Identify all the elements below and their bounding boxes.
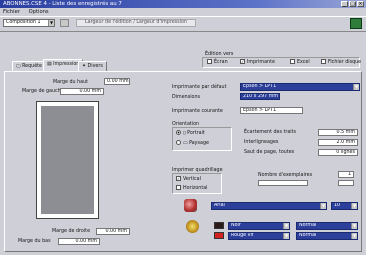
maximize-button[interactable]: □: [349, 1, 356, 7]
font-size-select[interactable]: 10 ▼: [331, 202, 358, 210]
menu-bar: Fichier Options: [0, 8, 366, 16]
grid-horizontal-checkbox[interactable]: Horizontal: [176, 185, 208, 191]
margin-right-label: Marge de droite: [52, 229, 91, 234]
edition-ecran[interactable]: Écran: [207, 59, 228, 65]
chevron-down-icon: ▼: [351, 223, 357, 229]
copies-label: Nombre d'exemplaires: [258, 173, 313, 178]
page-break-input[interactable]: 0 lignes: [318, 149, 358, 156]
chevron-down-icon: ▼: [283, 233, 289, 239]
chevron-down-icon: ▼: [351, 233, 357, 239]
orientation-paysage[interactable]: ▭ Paysage: [176, 140, 209, 146]
color-select-noir[interactable]: Noir ▼: [228, 222, 290, 230]
default-printer-select[interactable]: Epson > LPT1 ▼: [240, 83, 360, 91]
menu-fichier[interactable]: Fichier: [3, 9, 20, 15]
style-select-2[interactable]: Normal ▼: [296, 232, 358, 240]
dimensions-value: 210 x 297 mm: [240, 93, 280, 100]
color-palette-icon[interactable]: [186, 220, 199, 233]
chevron-down-icon: ▼: [320, 203, 326, 209]
current-printer-label: Imprimante courante: [172, 109, 223, 114]
default-printer-label: Imprimante par défaut: [172, 85, 227, 90]
tab-requete[interactable]: ▢ Requête: [12, 61, 46, 71]
header-text-field[interactable]: Largeur de l'édition / Largeur d'impress…: [76, 19, 196, 27]
color-select-rouge[interactable]: Rouge vif ▼: [228, 232, 290, 240]
edition-excel[interactable]: Excel: [290, 59, 310, 65]
interline-label: Interligneages: [244, 140, 279, 145]
chevron-down-icon: ▼: [353, 84, 359, 90]
grid-vertical-checkbox[interactable]: ✓ Vertical: [176, 176, 201, 182]
composition-select[interactable]: Composition 1 ▼: [3, 19, 55, 27]
menu-options[interactable]: Options: [29, 9, 49, 15]
tab-divers[interactable]: ✦ Divers: [78, 61, 107, 71]
margin-top-label: Marge du haut: [53, 80, 88, 85]
run-icon[interactable]: [350, 18, 362, 29]
margin-left-input[interactable]: 0.00 mm: [60, 88, 104, 95]
close-button[interactable]: ×: [357, 1, 364, 7]
line-spacing-input[interactable]: 0.5 mm: [318, 129, 358, 136]
font-icon[interactable]: [184, 199, 197, 212]
chevron-down-icon: ▼: [283, 223, 289, 229]
margin-bottom-input[interactable]: 0.00 mm: [58, 238, 100, 245]
orientation-portrait[interactable]: ▯ Portrait: [176, 130, 205, 136]
margin-top-input[interactable]: 0.00 mm: [104, 78, 130, 85]
page-break-label: Saut de page, toutes: [244, 150, 295, 155]
margin-bottom-label: Marge du bas: [18, 239, 51, 244]
dimensions-label: Dimensions: [172, 95, 200, 100]
color-swatch-rouge[interactable]: [214, 232, 224, 239]
color-swatch-noir[interactable]: [214, 222, 224, 229]
interline-input[interactable]: 2.0 mm: [318, 139, 358, 146]
edition-fichier-disque[interactable]: Fichier disque: [321, 59, 361, 65]
chevron-down-icon: ▼: [48, 20, 54, 26]
dropdown-icon[interactable]: [60, 19, 69, 27]
copies-extra-field: [258, 180, 308, 186]
page-preview: [36, 101, 99, 219]
print-area: [41, 106, 94, 214]
copies-extra-field-2: [338, 180, 354, 186]
style-select-1[interactable]: Normal ▼: [296, 222, 358, 230]
chevron-down-icon: ▼: [351, 203, 357, 209]
copies-input[interactable]: 1: [338, 171, 354, 178]
margin-right-input[interactable]: 0.00 mm: [96, 228, 130, 235]
window-title: ABONNES.CSE 4 - Liste des enregistrés au…: [0, 0, 366, 8]
font-select[interactable]: Arial ▼: [211, 202, 327, 210]
line-spacing-label: Écartement des traits: [244, 130, 297, 135]
current-printer-value: Epson > LPT1: [240, 107, 303, 114]
margin-left-label: Marge de gauche: [22, 89, 64, 94]
edition-imprimante[interactable]: ✓ Imprimante: [240, 59, 275, 65]
minimize-button[interactable]: _: [341, 1, 348, 7]
